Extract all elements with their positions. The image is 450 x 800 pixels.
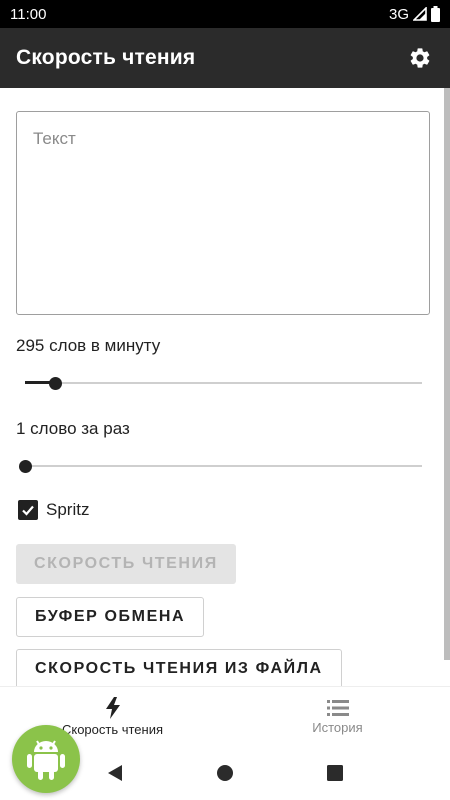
android-fab[interactable] [12,725,80,793]
recents-icon[interactable] [326,764,344,782]
status-time: 11:00 [10,5,47,23]
app-bar: Скорость чтения [0,28,450,88]
network-type: 3G [388,5,409,23]
clipboard-button[interactable]: Буфер обмена [16,597,205,637]
words-slider-track [25,465,422,467]
app-title: Скорость чтения [16,46,196,69]
back-icon[interactable] [106,764,124,782]
gear-icon [410,48,430,68]
spritz-label: Spritz [46,500,90,519]
speed-reading-button[interactable]: Скорость чтения [16,544,236,584]
speed-slider[interactable] [25,373,422,393]
settings-button[interactable] [406,44,434,72]
spritz-checkbox[interactable] [18,500,38,520]
android-icon [27,740,65,780]
from-file-button[interactable]: Скорость чтения из файла [16,649,342,686]
status-icons: 3G [389,6,440,23]
words-slider[interactable] [19,456,422,476]
speed-slider-track [25,382,422,384]
words-label: 1 слово за раз [16,419,130,438]
list-icon [326,699,349,716]
speed-slider-thumb[interactable] [48,377,62,390]
nav-label-speed-reading: Скорость чтения [61,721,164,737]
text-input[interactable] [16,111,430,315]
battery-icon [431,6,440,22]
spritz-checkbox-row[interactable]: Spritz [18,500,89,520]
speed-label: 295 слов в минуту [16,336,161,355]
home-icon[interactable] [216,764,234,782]
main-content[interactable]: 295 слов в минуту 1 слово за раз Spritz … [0,88,450,686]
check-icon [22,505,34,516]
nav-label-history: История [312,719,363,735]
status-bar: 11:00 3G [0,0,450,28]
nav-item-history[interactable]: История [225,687,450,746]
words-slider-thumb[interactable] [19,460,32,473]
scrollbar[interactable] [444,88,450,660]
signal-icon [413,7,427,21]
lightning-icon [105,696,120,719]
